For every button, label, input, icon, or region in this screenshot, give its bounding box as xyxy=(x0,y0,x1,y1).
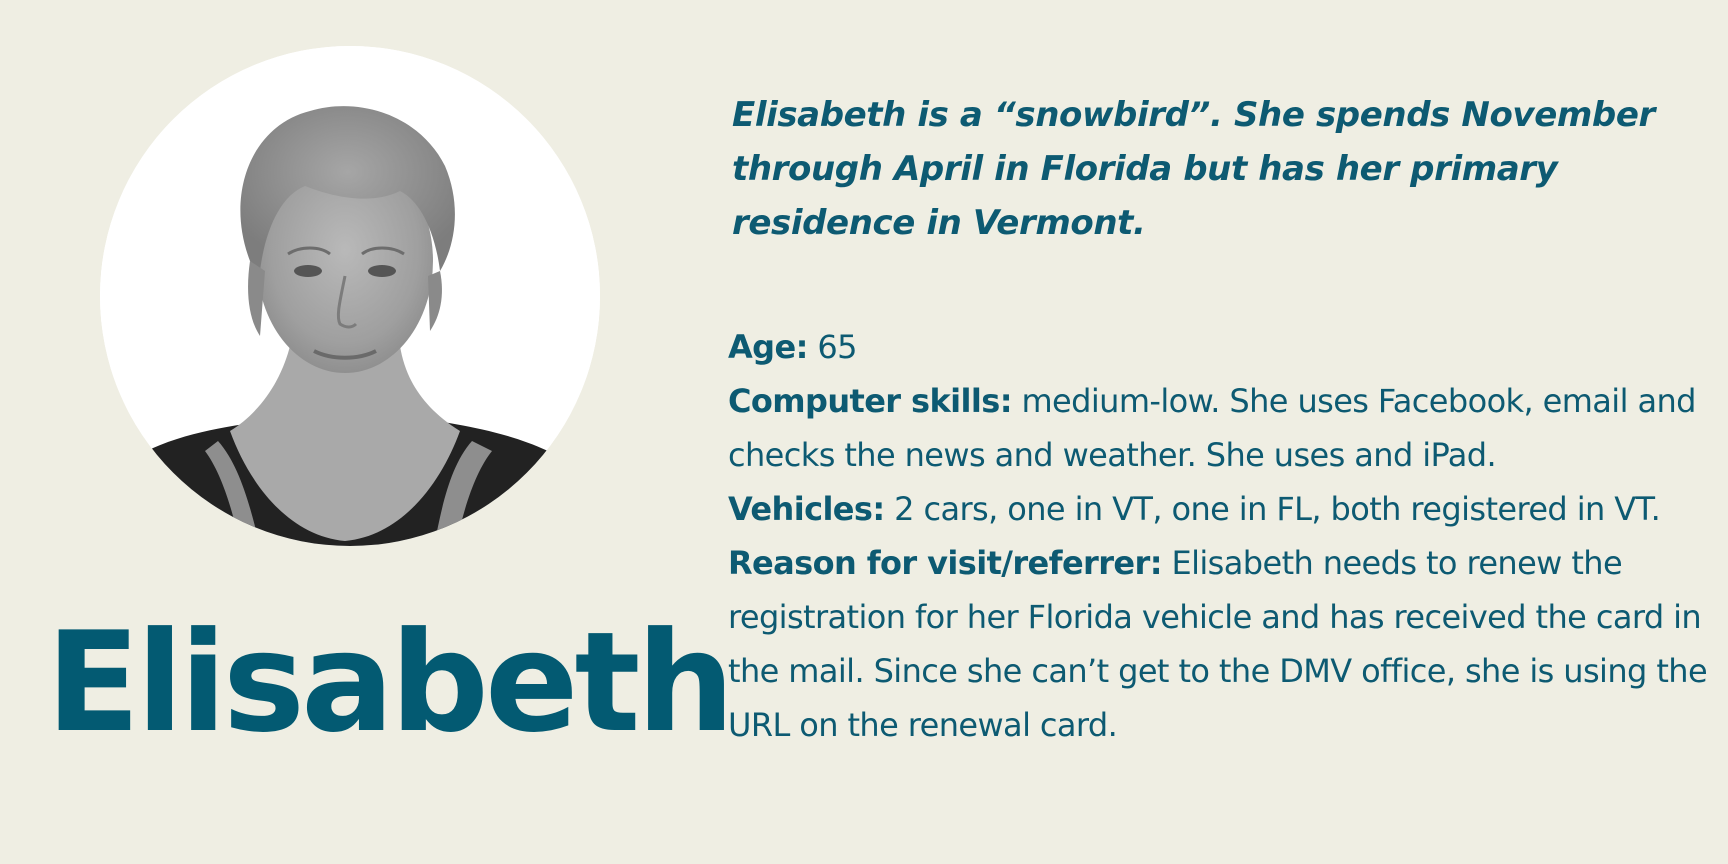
detail-age: Age: 65 xyxy=(728,320,1708,374)
detail-label: Age: xyxy=(728,328,808,366)
detail-label: Vehicles: xyxy=(728,490,885,528)
detail-value: 65 xyxy=(817,328,857,366)
detail-label: Reason for visit/referrer: xyxy=(728,544,1163,582)
portrait-photo-icon xyxy=(100,46,600,546)
persona-details: Age: 65 Computer skills: medium-low. She… xyxy=(728,320,1708,752)
detail-reason-for-visit: Reason for visit/referrer: Elisabeth nee… xyxy=(728,536,1708,752)
persona-photo xyxy=(100,46,600,546)
detail-label: Computer skills: xyxy=(728,382,1013,420)
persona-quote: Elisabeth is a “snowbird”. She spends No… xyxy=(732,95,1655,243)
persona-name: Elisabeth xyxy=(46,602,735,763)
detail-vehicles: Vehicles: 2 cars, one in VT, one in FL, … xyxy=(728,482,1708,536)
detail-computer-skills: Computer skills: medium-low. She uses Fa… xyxy=(728,374,1708,482)
detail-value: 2 cars, one in VT, one in FL, both regis… xyxy=(894,490,1661,528)
